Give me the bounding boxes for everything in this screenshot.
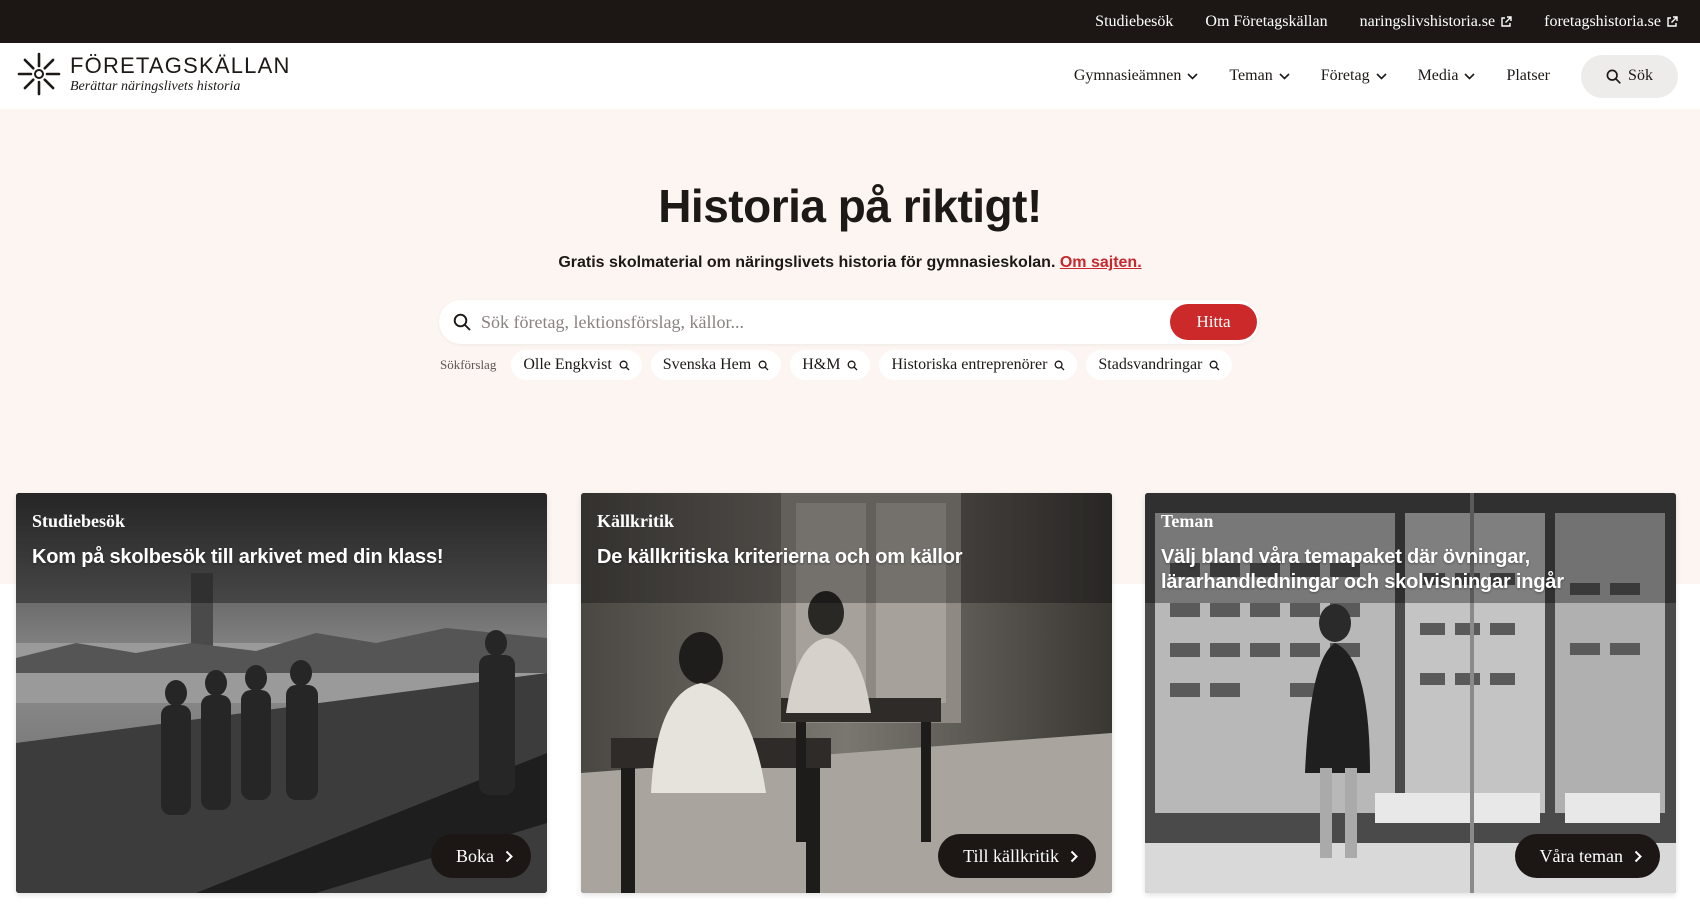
- suggestion-chip[interactable]: Historiska entreprenörer: [879, 350, 1078, 380]
- header-search-button[interactable]: Sök: [1581, 54, 1678, 98]
- card-title: Välj bland våra temapaket där övningar, …: [1161, 546, 1564, 593]
- card-category: Teman: [1161, 511, 1214, 531]
- main-nav: Gymnasieämnen Teman Företag Media Platse…: [1074, 43, 1678, 109]
- top-link-label: Studiebesök: [1095, 12, 1174, 30]
- search-input[interactable]: [481, 300, 1121, 344]
- nav-foretag[interactable]: Företag: [1321, 67, 1387, 85]
- card-category: Studiebesök: [32, 511, 126, 531]
- search-icon: [1209, 360, 1220, 370]
- nav-label: Platser: [1506, 67, 1550, 84]
- search-icon: [758, 360, 769, 370]
- suggestion-chip[interactable]: H&M: [790, 350, 871, 380]
- chevron-right-icon: [505, 850, 513, 862]
- top-links: Studiebesök Om Företagskällan naringsliv…: [1095, 0, 1678, 43]
- site-header: FÖRETAGSKÄLLAN Berättar näringslivets hi…: [0, 43, 1700, 109]
- card-button-label: Boka: [456, 845, 494, 866]
- card-title: De källkritiska kriterierna och om källo…: [597, 546, 963, 568]
- logo-name: FÖRETAGSKÄLLAN: [70, 52, 291, 78]
- nav-media[interactable]: Media: [1418, 67, 1476, 85]
- chevron-down-icon: [1464, 72, 1476, 80]
- logo-text: FÖRETAGSKÄLLAN Berättar näringslivets hi…: [70, 52, 291, 95]
- card-teman[interactable]: Teman Välj bland våra temapaket där övni…: [1145, 493, 1676, 893]
- card-title: Kom på skolbesök till arkivet med din kl…: [32, 546, 444, 568]
- suggestion-label: Stadsvandringar: [1098, 356, 1203, 373]
- hero-subtitle-text: Gratis skolmaterial om näringslivets his…: [558, 254, 1056, 271]
- nav-label: Teman: [1229, 67, 1273, 84]
- top-link-label: Om Företagskällan: [1205, 12, 1328, 30]
- about-link[interactable]: Om sajten.: [1060, 254, 1142, 271]
- page-title: Historia på riktigt!: [658, 180, 1042, 232]
- logo-tagline: Berättar näringslivets historia: [70, 78, 241, 94]
- search-bar: Hitta: [439, 300, 1259, 344]
- suggestion-label: H&M: [802, 356, 841, 373]
- search-icon: [619, 360, 630, 370]
- suggestion-chip[interactable]: Olle Engkvist: [511, 350, 642, 380]
- suggestion-label: Svenska Hem: [662, 356, 752, 373]
- suggestion-chip[interactable]: Stadsvandringar: [1086, 350, 1233, 380]
- nav-label: Gymnasieämnen: [1073, 67, 1182, 84]
- search-icon: [848, 360, 858, 370]
- chevron-down-icon: [1187, 72, 1198, 80]
- card-button-label: Till källkritik: [963, 845, 1059, 866]
- card-studiebesok[interactable]: Studiebesök Kom på skolbesök till arkive…: [16, 493, 547, 893]
- top-link-studiebesok[interactable]: Studiebesök: [1095, 13, 1173, 31]
- card-category: Källkritik: [597, 511, 675, 531]
- vara-teman-button[interactable]: Våra teman: [1514, 834, 1660, 878]
- boka-button[interactable]: Boka: [431, 834, 531, 878]
- external-link-icon: [1667, 15, 1678, 27]
- suggestions-label: Sökförslag: [440, 357, 497, 372]
- nav-platser[interactable]: Platser: [1506, 67, 1550, 85]
- search-icon: [453, 313, 471, 331]
- card-button-label: Våra teman: [1539, 845, 1623, 866]
- top-link-foretagshistoria[interactable]: foretagshistoria.se: [1544, 13, 1678, 31]
- site-logo[interactable]: FÖRETAGSKÄLLAN Berättar näringslivets hi…: [16, 51, 291, 97]
- sunburst-logo-icon: [17, 52, 61, 96]
- top-link-naringslivshistoria[interactable]: naringslivshistoria.se: [1360, 13, 1513, 31]
- nav-teman[interactable]: Teman: [1229, 67, 1290, 85]
- nav-label: Företag: [1320, 67, 1370, 84]
- card-kallkritik[interactable]: Källkritik De källkritiska kriterierna o…: [581, 493, 1112, 893]
- suggestion-label: Historiska entreprenörer: [891, 356, 1048, 373]
- chevron-right-icon: [1634, 850, 1642, 862]
- chevron-right-icon: [1070, 850, 1078, 862]
- search-icon: [1054, 360, 1065, 370]
- hero-subtitle: Gratis skolmaterial om näringslivets his…: [0, 254, 1700, 272]
- chevron-down-icon: [1376, 72, 1387, 80]
- external-link-icon: [1501, 15, 1512, 27]
- search-suggestions: Sökförslag Olle Engkvist Svenska Hem H&M…: [440, 350, 1241, 380]
- top-bar: Studiebesök Om Företagskällan naringsliv…: [0, 0, 1700, 43]
- top-link-label: foretagshistoria.se: [1544, 12, 1661, 30]
- suggestion-label: Olle Engkvist: [523, 356, 612, 373]
- nav-gymnasieamnen[interactable]: Gymnasieämnen: [1074, 67, 1199, 85]
- top-link-om-foretagskallan[interactable]: Om Företagskällan: [1205, 13, 1327, 31]
- top-link-label: naringslivshistoria.se: [1359, 12, 1496, 30]
- header-search-label: Sök: [1628, 67, 1653, 84]
- suggestion-chip[interactable]: Svenska Hem: [650, 350, 782, 380]
- search-submit-button[interactable]: Hitta: [1170, 304, 1257, 340]
- till-kallkritik-button[interactable]: Till källkritik: [938, 834, 1096, 878]
- chevron-down-icon: [1279, 72, 1290, 80]
- search-icon: [1606, 69, 1621, 84]
- nav-label: Media: [1417, 67, 1459, 84]
